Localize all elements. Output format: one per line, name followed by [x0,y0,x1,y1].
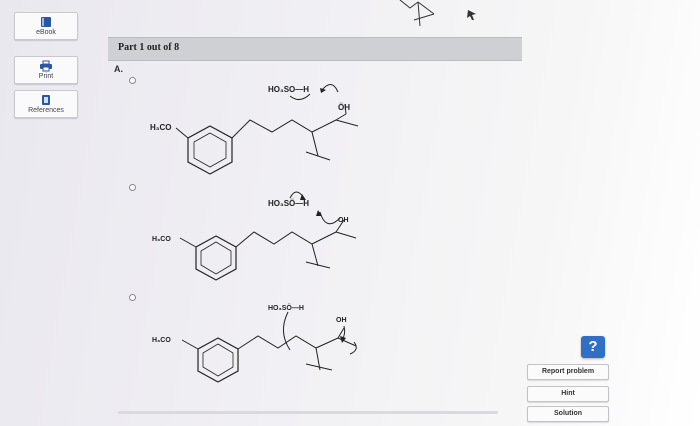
solution-button[interactable]: Solution [527,406,609,422]
print-button[interactable]: Print [14,56,78,84]
structures-canvas: HO₃SO—H ÖH H₃CO HO₃SÖ—H OH H₃CO HO₃S [150,84,359,383]
option-3-radio[interactable] [129,294,136,301]
ebook-label: eBook [36,29,56,36]
structure-option-3: HO₃SÖ—H OH H₃CO [152,303,357,383]
hint-button[interactable]: Hint [527,386,609,402]
top-structure-fragment [399,0,476,27]
option-2-radio[interactable] [129,184,136,191]
structure-option-1: HO₃SO—H ÖH H₃CO [150,84,359,175]
methoxy-label-3: H₃CO [152,337,171,344]
cursor-icon [467,10,476,20]
reagent-label-1: HO₃SO—H [268,85,309,94]
references-icon [42,95,50,105]
oh-label-3: OH [336,317,347,324]
question-label: A. [114,64,123,74]
reagent-label-2: HO₃SÖ—H [268,199,309,208]
oh-label-1: ÖH [338,103,350,112]
references-label: References [28,107,64,114]
references-button[interactable]: References [14,90,78,118]
part-header-bar: Part 1 out of 8 [108,37,522,61]
methoxy-label-1: H₃CO [150,123,171,132]
option-1-radio[interactable] [129,77,136,84]
reagent-label-3: HO₃SÖ—H [268,303,304,312]
part-title: Part 1 out of 8 [118,42,180,53]
structure-option-2: HO₃SÖ—H OH H₃CO [152,191,357,281]
printer-icon [40,60,52,72]
report-problem-button[interactable]: Report problem [527,364,609,380]
methoxy-label-2: H₃CO [152,236,171,243]
print-label: Print [38,73,54,80]
scroll-indicator [118,411,498,414]
book-icon [41,17,51,27]
ebook-button[interactable]: eBook [14,12,78,40]
help-button[interactable]: ? [581,336,605,358]
